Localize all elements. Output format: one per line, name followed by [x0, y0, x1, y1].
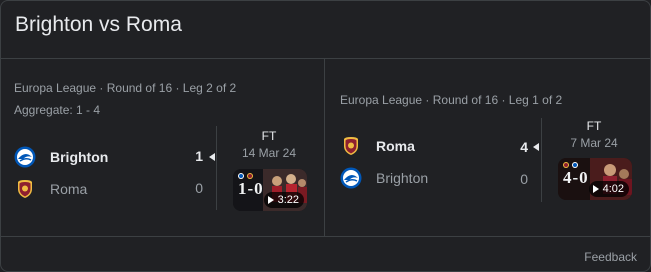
team-row-brighton[interactable]: Brighton: [340, 166, 428, 190]
highlights-video-thumbnail[interactable]: 4-0 4:02: [558, 158, 632, 200]
video-duration: 3:22: [277, 194, 299, 206]
play-icon: [267, 196, 274, 204]
footer-divider: [0, 236, 651, 237]
team-score: 0: [520, 171, 528, 187]
team-score: 0: [195, 180, 203, 196]
score-divider: [216, 126, 217, 210]
match-date: 7 Mar 24: [570, 136, 618, 150]
score-divider: [541, 118, 542, 202]
team-row-brighton[interactable]: Brighton: [14, 145, 108, 169]
winner-arrow-icon: [533, 143, 539, 151]
page-title[interactable]: Brighton vs Roma: [15, 13, 182, 37]
video-duration: 4:02: [602, 183, 624, 195]
match-status: FT: [261, 129, 277, 143]
brighton-crest-icon: [14, 146, 36, 168]
play-badge[interactable]: 3:22: [263, 192, 304, 208]
match-date: 14 Mar 24: [241, 146, 297, 160]
video-score-overlay: 4-0: [563, 168, 589, 187]
brighton-crest-icon: [340, 167, 362, 189]
team-name: Roma: [376, 138, 415, 154]
match-card-leg-2[interactable]: Europa League · Round of 16 · Leg 2 of 2…: [0, 59, 324, 236]
video-score-overlay: 1-0: [238, 179, 264, 198]
team-score: 1: [195, 148, 203, 164]
team-name: Roma: [50, 181, 88, 197]
winner-arrow-icon: [209, 153, 215, 161]
competition-label: Europa League · Round of 16 · Leg 2 of 2: [14, 81, 237, 95]
highlights-video-thumbnail[interactable]: 1-0 3:22: [233, 169, 307, 211]
team-score: 4: [520, 139, 528, 155]
feedback-link[interactable]: Feedback: [584, 250, 637, 264]
match-card-leg-1[interactable]: Europa League · Round of 16 · Leg 1 of 2…: [325, 59, 651, 236]
competition-label: Europa League · Round of 16 · Leg 1 of 2: [340, 93, 563, 107]
team-name: Brighton: [376, 170, 429, 186]
team-row-roma[interactable]: Roma: [14, 177, 87, 201]
roma-crest-icon: [340, 135, 362, 157]
play-badge[interactable]: 4:02: [588, 181, 629, 197]
team-name: Brighton: [50, 149, 109, 165]
aggregate-label: Aggregate: 1 - 4: [14, 103, 101, 117]
match-status: FT: [586, 119, 602, 133]
team-row-roma[interactable]: Roma: [340, 134, 415, 158]
roma-crest-icon: [14, 178, 36, 200]
play-icon: [592, 185, 599, 193]
